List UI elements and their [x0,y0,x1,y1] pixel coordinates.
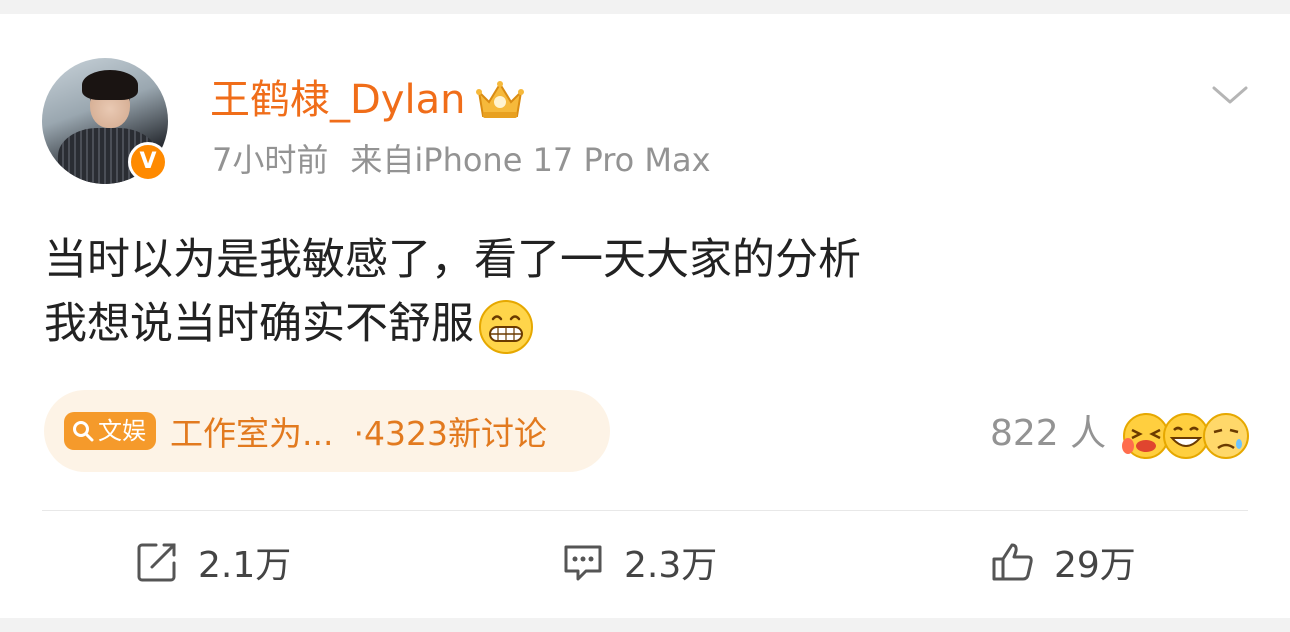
weibo-post-card: V 王鹤棣_Dylan 7小时前 来自iPhone 17 Pro Max 当时以… [0,14,1290,618]
post-content: 当时以为是我敏感了，看了一天大家的分析 我想说当时确实不舒服 [44,228,1244,356]
divider [42,510,1248,511]
repost-button[interactable]: 2.1万 [134,534,291,590]
sad-emoji-icon [1203,413,1249,459]
comment-icon [564,545,602,581]
grin-emoji-icon [1163,413,1209,459]
laugh-cry-emoji-icon [1122,413,1169,459]
content-line: 我想说当时确实不舒服 [44,292,1244,356]
grin-emoji-icon [479,299,533,354]
comment-count: 2.3万 [624,545,718,586]
search-icon [73,421,94,442]
repost-count: 2.1万 [198,545,292,586]
comment-button[interactable]: 2.3万 [560,534,717,590]
like-button[interactable]: 29万 [990,534,1136,590]
username-row: 王鹤棣_Dylan [210,70,525,130]
like-count: 29万 [1054,545,1136,586]
topic-discussion-count: ·4323新讨论 [353,414,547,453]
post-source: 来自iPhone 17 Pro Max [350,141,711,179]
topic-tag: 文娱 [64,412,156,450]
repost-icon [137,543,176,582]
crown-icon [476,81,525,118]
reaction-count: 822 人 [990,413,1107,454]
reaction-emojis[interactable] [1118,406,1252,462]
verified-badge-icon: V [128,142,168,182]
chevron-down-icon[interactable] [1208,72,1252,116]
like-icon [992,543,1033,581]
post-time: 7小时前 [212,141,329,179]
username[interactable]: 王鹤棣_Dylan [210,70,465,130]
topic-title: 工作室为... [170,414,334,453]
topic-chip[interactable]: 文娱 工作室为... ·4323新讨论 [44,390,610,472]
post-meta: 7小时前 来自iPhone 17 Pro Max [212,138,711,182]
content-line: 当时以为是我敏感了，看了一天大家的分析 [44,235,861,285]
